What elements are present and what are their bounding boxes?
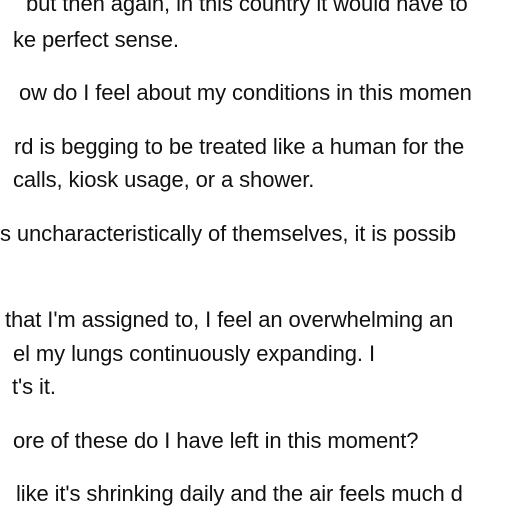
text-line: like it's shrinking daily and the air fe… [16, 481, 463, 506]
text-line: ke perfect sense. [13, 27, 179, 52]
text-line: rd is begging to be treated like a human… [14, 134, 465, 159]
text-line: s uncharacteristically of themselves, it… [0, 221, 456, 246]
text-line: that I'm assigned to, I feel an overwhel… [5, 307, 454, 332]
text-line: ow do I feel about my conditions in this… [19, 80, 472, 105]
text-line: calls, kiosk usage, or a shower. [13, 167, 315, 192]
text-line: el my lungs continuously expanding. I [13, 341, 375, 366]
text-line: t's it. [12, 374, 56, 399]
text-line: but then again, in this country it would… [26, 0, 468, 16]
document-page: but then again, in this country it would… [0, 0, 512, 512]
text-line: ore of these do I have left in this mome… [13, 428, 419, 453]
